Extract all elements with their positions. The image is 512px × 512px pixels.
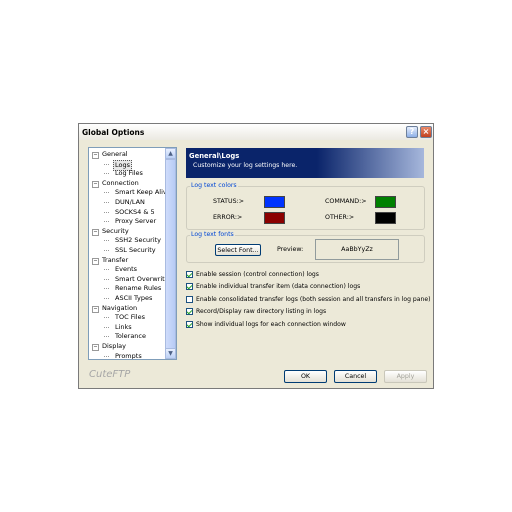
preview-label: Preview:: [277, 246, 304, 253]
page-header: General\Logs Customize your log settings…: [186, 148, 424, 178]
options-tree[interactable]: − General Logs Log Files − Connection Smart Ke…: [88, 147, 177, 360]
font-preview-box: AaBbYyZz: [315, 239, 399, 260]
tree-item-label: Prompts: [115, 351, 142, 360]
tree-connector: [104, 192, 109, 194]
page-subtitle: Customize your log settings here.: [193, 162, 298, 169]
collapse-icon[interactable]: −: [92, 305, 99, 313]
tree-item-label: Events: [115, 265, 138, 274]
log-option-label: Enable consolidated transfer logs (both …: [196, 295, 431, 303]
tree-scrollbar[interactable]: ▲ ▼: [165, 148, 176, 359]
tree-item-label: Log Files: [115, 169, 143, 178]
log-option-label: Show individual logs for each connection…: [196, 320, 346, 328]
tree-connector: [104, 250, 109, 251]
tree-connector: [104, 163, 109, 165]
log-option-label: Enable session (control connection) logs: [196, 271, 319, 278]
tree-item-label: Connection: [102, 178, 139, 187]
cuteftp-logo: CuteFTP: [89, 369, 131, 380]
tree-item-label: Links: [115, 322, 132, 331]
log-option-checkbox[interactable]: Enable session (control connection) logs: [186, 270, 319, 279]
tree-item-label: TOC Files: [115, 313, 145, 322]
tree-connector: [104, 326, 109, 328]
tree-item-label: General: [102, 150, 128, 158]
collapse-icon[interactable]: −: [92, 257, 99, 265]
tree-item-label: Smart Overwrite: [115, 274, 169, 283]
log-option-label: Enable individual transfer item (data co…: [196, 283, 361, 291]
tree-item-label: SSH2 Security: [115, 236, 162, 245]
log-text-fonts-legend: Log text fonts: [190, 231, 235, 238]
tree-item-label: Transfer: [102, 255, 129, 264]
log-option-checkbox[interactable]: Enable individual transfer item (data co…: [186, 282, 360, 291]
other-color-swatch[interactable]: [375, 212, 396, 224]
log-text-fonts-group: Log text fonts Select Font... Preview: A…: [186, 231, 425, 263]
collapse-icon[interactable]: −: [92, 344, 99, 351]
tree-item-label: SSL Security: [115, 246, 156, 254]
tree-connector: [104, 221, 109, 223]
tree-item-label: SOCKS4 & 5: [115, 207, 155, 216]
help-button[interactable]: ?: [406, 126, 418, 138]
tree-item-label: Display: [102, 342, 126, 350]
log-option-checkbox[interactable]: Record/Display raw directory listing in …: [186, 307, 326, 316]
log-text-colors-legend: Log text colors: [190, 182, 238, 189]
tree-item-label: Navigation: [102, 303, 138, 312]
select-font-button[interactable]: Select Font...: [215, 244, 261, 256]
other-color-label: OTHER:>: [325, 214, 355, 221]
checkbox-checked-icon[interactable]: [186, 320, 193, 328]
log-option-label: Record/Display raw directory listing in …: [196, 308, 327, 316]
tree-connector: [104, 288, 109, 290]
checkbox-checked-icon[interactable]: [186, 271, 193, 278]
scroll-thumb[interactable]: [165, 159, 176, 349]
error-color-swatch[interactable]: [264, 212, 285, 224]
tree-connector: [104, 269, 109, 271]
error-color-label: ERROR:>: [213, 214, 243, 221]
status-color-swatch[interactable]: [264, 196, 285, 208]
collapse-icon[interactable]: −: [92, 228, 99, 236]
tree-connector: [104, 202, 109, 203]
tree-connector: [104, 298, 109, 299]
checkbox-checked-icon[interactable]: [186, 283, 193, 291]
log-option-checkbox[interactable]: Enable consolidated transfer logs (both …: [186, 295, 430, 304]
tree-item-label: Smart Keep Alive: [115, 188, 171, 197]
tree-connector: [104, 336, 109, 338]
tree-item-label: Tolerance: [115, 332, 146, 341]
command-color-label: COMMAND:>: [325, 198, 367, 205]
tree-item-label: DUN/LAN: [115, 198, 145, 206]
global-options-dialog: Global Options ? × − General Logs Log Files…: [78, 123, 434, 389]
window-title: Global Options: [82, 128, 145, 137]
collapse-icon[interactable]: −: [92, 152, 99, 159]
tree-item-label: Proxy Server: [115, 217, 157, 226]
tree-item-label: ASCII Types: [115, 294, 153, 302]
status-color-label: STATUS:>: [213, 198, 245, 205]
page-title: General\Logs: [189, 152, 240, 160]
tree-connector: [104, 211, 109, 213]
tree-connector: [104, 173, 109, 175]
title-bar[interactable]: Global Options ? ×: [79, 124, 433, 140]
apply-button[interactable]: Apply: [384, 370, 427, 383]
log-text-colors-group: Log text colors STATUS:> COMMAND:> ERROR…: [186, 182, 425, 230]
checkbox-checked-icon[interactable]: [186, 308, 193, 316]
close-button[interactable]: ×: [420, 126, 432, 138]
ok-button[interactable]: OK: [284, 370, 327, 383]
tree-connector: [104, 317, 109, 319]
collapse-icon[interactable]: −: [92, 180, 99, 188]
tree-connector: [104, 278, 109, 280]
log-option-checkbox[interactable]: Show individual logs for each connection…: [186, 320, 346, 329]
tree-item-label: Security: [102, 226, 129, 235]
tree-connector: [104, 240, 109, 242]
tree-connector: [104, 355, 109, 357]
scroll-down-button[interactable]: ▼: [165, 348, 176, 359]
checkbox-unchecked-icon[interactable]: [186, 295, 193, 303]
command-color-swatch[interactable]: [375, 196, 396, 208]
cancel-button[interactable]: Cancel: [334, 370, 377, 383]
tree-item-label: Rename Rules: [115, 284, 162, 293]
scroll-up-button[interactable]: ▲: [165, 148, 176, 159]
